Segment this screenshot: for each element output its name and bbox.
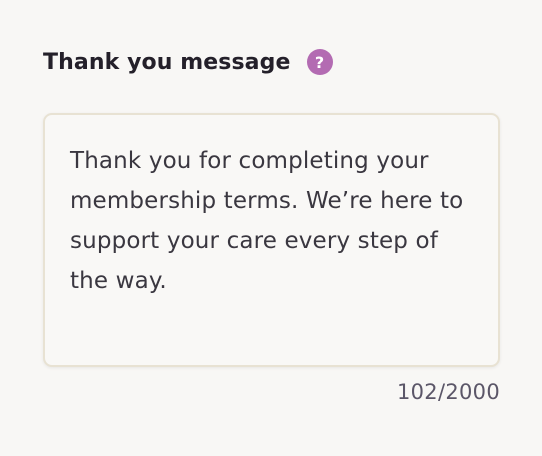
field-label-row: Thank you message ?: [43, 44, 500, 80]
help-question-icon[interactable]: ?: [306, 49, 333, 75]
textarea-value[interactable]: Thank you for completing your membership…: [70, 141, 474, 301]
field-label: Thank you message: [43, 49, 291, 75]
character-counter: 102/2000: [396, 380, 500, 404]
thank-you-message-textarea[interactable]: Thank you for completing your membership…: [43, 113, 500, 367]
thank-you-message-field: Thank you message ? Thank you for comple…: [43, 44, 500, 404]
